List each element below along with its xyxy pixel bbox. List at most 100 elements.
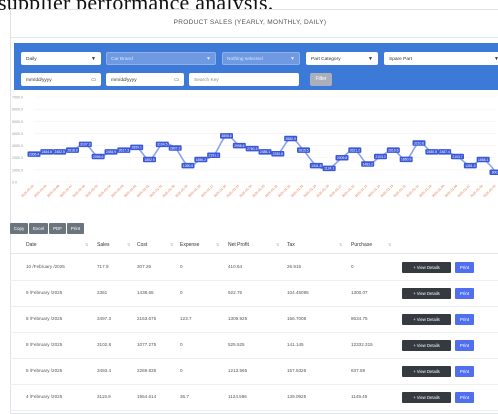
data-label: 800.3 (492, 171, 498, 175)
y-tick-label: 7000.0 (12, 96, 23, 100)
car-brand-placeholder: Car Brand (111, 57, 133, 62)
cell-sales: 717.9 (97, 264, 109, 269)
sort-icon[interactable]: ⇅ (170, 242, 173, 247)
cell-purchase: 1300.07 (351, 290, 368, 295)
view-details-button[interactable]: + View Details (402, 288, 451, 299)
car-brand-select[interactable]: Car Brand ▼ (106, 52, 216, 65)
col-net-profit[interactable]: Net Profit (228, 242, 249, 248)
cell-tax: 157.5326 (287, 368, 306, 373)
cell-date: 4 /February /2025 (26, 394, 62, 399)
data-label: 3806.6 (221, 134, 231, 138)
cell-net-profit: 922.75 (228, 290, 242, 295)
data-label: 1350.6 (183, 164, 193, 168)
copy-button[interactable]: Copy (10, 223, 28, 234)
y-tick-label: 0.0 (12, 181, 17, 185)
sort-icon[interactable]: ⇅ (85, 242, 88, 247)
date-to-value: mm/dd/yyyy (111, 78, 137, 83)
search-input[interactable]: Search Key (189, 73, 299, 86)
cell-cost: 1077.275 (137, 342, 156, 347)
data-label: 2191.1 (208, 154, 218, 158)
cell-date: 10 /February /2025 (26, 264, 65, 269)
sort-icon[interactable]: ⇅ (276, 242, 279, 247)
sort-icon[interactable]: ⇅ (127, 242, 130, 247)
data-label: 1860.9 (401, 158, 411, 162)
print-row-button[interactable]: Print (455, 288, 474, 299)
view-details-button[interactable]: + View Details (402, 392, 451, 403)
data-label: 2998.6 (234, 144, 244, 148)
cell-date: 9 /February /2025 (26, 290, 62, 295)
cell-expense: 0 (180, 368, 183, 373)
nothing-selected-label: Nothing selected (227, 57, 263, 62)
cell-net-profit: 1213.565 (228, 368, 247, 373)
view-details-button[interactable]: + View Details (402, 314, 451, 325)
view-details-button[interactable]: + View Details (402, 366, 451, 377)
filter-panel: Daily ▼ Car Brand ▼ Nothing selected ▼ P… (14, 43, 498, 90)
y-tick-label: 1000.0 (12, 168, 23, 172)
caret-down-icon: ▼ (494, 53, 498, 65)
search-placeholder: Search Key (194, 78, 219, 83)
filter-button[interactable]: Filter (310, 73, 332, 86)
data-label: 2103.3 (375, 155, 385, 159)
model-select[interactable]: Nothing selected ▼ (222, 52, 300, 65)
view-details-button[interactable]: + View Details (402, 262, 451, 273)
cell-date: 8 /February /2025 (26, 316, 62, 321)
table-header: Date ⇅ Sales ⇅ Cost ⇅ Expense ⇅ Net Prof… (10, 238, 498, 254)
print-export-button[interactable]: Print (67, 223, 84, 234)
cell-cost: 2153.675 (137, 316, 156, 321)
part-category-label: Part Category (311, 57, 341, 62)
calendar-icon[interactable]: ▭ (91, 74, 96, 86)
col-tax[interactable]: Tax (287, 242, 295, 248)
data-label: 1341.8 (311, 164, 321, 168)
data-label: 2487.4 (439, 150, 449, 154)
print-row-button[interactable]: Print (455, 262, 474, 273)
col-expense[interactable]: Expense (180, 242, 199, 248)
print-row-button[interactable]: Print (455, 314, 474, 325)
cell-expense: 36.7 (180, 394, 189, 399)
data-label: 1124.1 (324, 167, 334, 171)
col-cost[interactable]: Cost (137, 242, 147, 248)
data-label: 2306.4 (29, 152, 39, 156)
cell-cost: 1954.614 (137, 394, 156, 399)
part-category-select[interactable]: Part Category ▼ (306, 52, 378, 65)
cell-tax: 141.145 (287, 342, 304, 347)
y-tick-label: 5000.0 (12, 120, 23, 124)
data-label: 2096.6 (93, 155, 103, 159)
table-row: 4 /February /20253115.91954.61436.71124.… (10, 384, 498, 411)
data-label: 2480.5 (427, 150, 437, 154)
date-to-input[interactable]: mm/dd/yyyy ▭ (106, 73, 184, 86)
calendar-icon[interactable]: ▭ (174, 74, 179, 86)
date-from-value: mm/dd/yyyy (26, 78, 52, 83)
cell-expense: 0 (180, 264, 183, 269)
data-label: 3210.6 (414, 141, 424, 145)
sort-icon[interactable]: ⇅ (216, 242, 219, 247)
data-label: 2484.6 (42, 150, 52, 154)
cell-net-profit: 410.64 (228, 264, 242, 269)
spare-part-select[interactable]: Spare Part ▼ (384, 52, 498, 65)
excel-button[interactable]: Excel (29, 223, 48, 234)
print-row-button[interactable]: Print (455, 366, 474, 377)
y-tick-label: 4000.0 (12, 132, 23, 136)
data-label: 1852.9 (144, 158, 154, 162)
period-select[interactable]: Daily ▼ (21, 52, 101, 65)
cell-expense: 123.7 (180, 316, 192, 321)
col-sales[interactable]: Sales (97, 242, 110, 248)
cell-purchase: 12332.315 (351, 342, 373, 347)
cell-sales: 3102.8 (97, 342, 111, 347)
sort-icon[interactable]: ⇅ (388, 242, 391, 247)
pdf-button[interactable]: PDF (49, 223, 66, 234)
print-row-button[interactable]: Print (455, 392, 474, 403)
print-row-button[interactable]: Print (455, 340, 474, 351)
col-date[interactable]: Date (26, 242, 37, 248)
col-purchase[interactable]: Purchase (351, 242, 372, 248)
data-label: 1483.2 (362, 162, 372, 166)
data-label: 3580.9 (285, 137, 295, 141)
table-row: 8 /February /20253102.81077.2750525.5251… (10, 332, 498, 359)
card-title: PRODUCT SALES (YEARLY, MONTHLY, DAILY) (11, 19, 489, 26)
cell-net-profit: 525.525 (228, 342, 245, 347)
sort-icon[interactable]: ⇅ (339, 242, 342, 247)
view-details-button[interactable]: + View Details (402, 340, 451, 351)
data-label: 2485.1 (260, 150, 270, 154)
cell-cost: 1438.65 (137, 290, 154, 295)
date-from-input[interactable]: mm/dd/yyyy ▭ (21, 73, 101, 86)
x-tick-label: 2025-01-12 (393, 184, 408, 199)
